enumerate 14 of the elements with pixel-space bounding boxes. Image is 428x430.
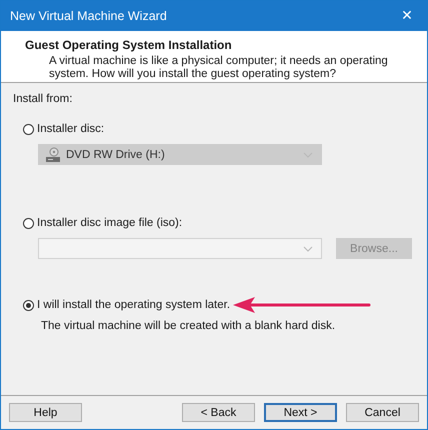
dropdown-value: DVD RW Drive (H:) [66,148,166,160]
install-from-label: Install from: [13,93,74,107]
page-title: Guest Operating System Installation [25,38,233,52]
dialog-button[interactable]: Next > [264,403,337,422]
option-note: The virtual machine will be created with a blank hard disk. [41,320,336,332]
close-button[interactable]: ✕ [387,1,427,31]
page-description: A virtual machine is like a physical computer; it needs an operating system. How will you install the guest operating system? [48,55,389,81]
dialog-button[interactable]: Help [9,403,82,422]
dialog-button[interactable]: < Back [182,403,255,422]
chevron-down-icon [303,246,313,252]
window-title: New Virtual Machine Wizard [10,9,167,23]
disc-drive-icon [45,146,61,162]
dialog-button[interactable]: Cancel [346,403,419,422]
radio-option[interactable]: I will install the operating system later. [23,299,230,311]
